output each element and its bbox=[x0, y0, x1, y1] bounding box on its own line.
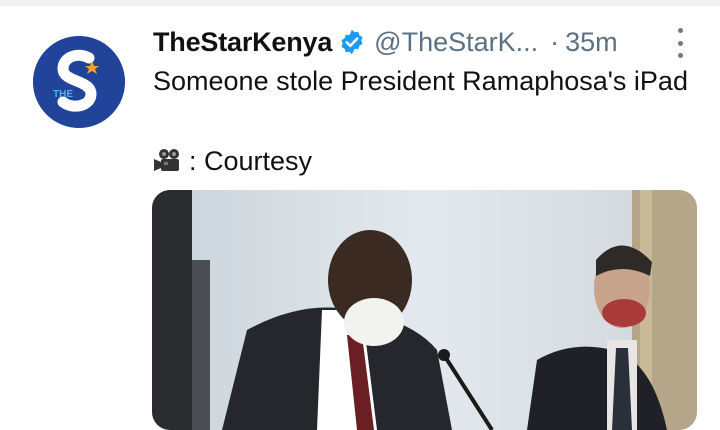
verified-badge-icon bbox=[338, 28, 366, 56]
credit-text: : Courtesy bbox=[189, 146, 313, 176]
avatar[interactable]: THE bbox=[33, 36, 125, 128]
tweet-header: TheStarKenya @TheStarK... · 35m bbox=[153, 22, 693, 62]
credit-line: : Courtesy bbox=[153, 142, 312, 180]
more-options-icon[interactable] bbox=[672, 28, 688, 58]
top-divider bbox=[0, 0, 720, 6]
separator-dot: · bbox=[550, 26, 560, 57]
movie-camera-icon bbox=[153, 147, 185, 175]
avatar-text: THE bbox=[53, 89, 73, 100]
star-logo-icon: THE bbox=[33, 36, 125, 128]
video-thumbnail[interactable] bbox=[152, 190, 697, 430]
timestamp[interactable]: 35m bbox=[565, 27, 618, 58]
tweet-text: Someone stole President Ramaphosa's iPad bbox=[153, 66, 688, 96]
handle[interactable]: @TheStarK... bbox=[374, 27, 538, 58]
display-name[interactable]: TheStarKenya bbox=[153, 27, 332, 58]
